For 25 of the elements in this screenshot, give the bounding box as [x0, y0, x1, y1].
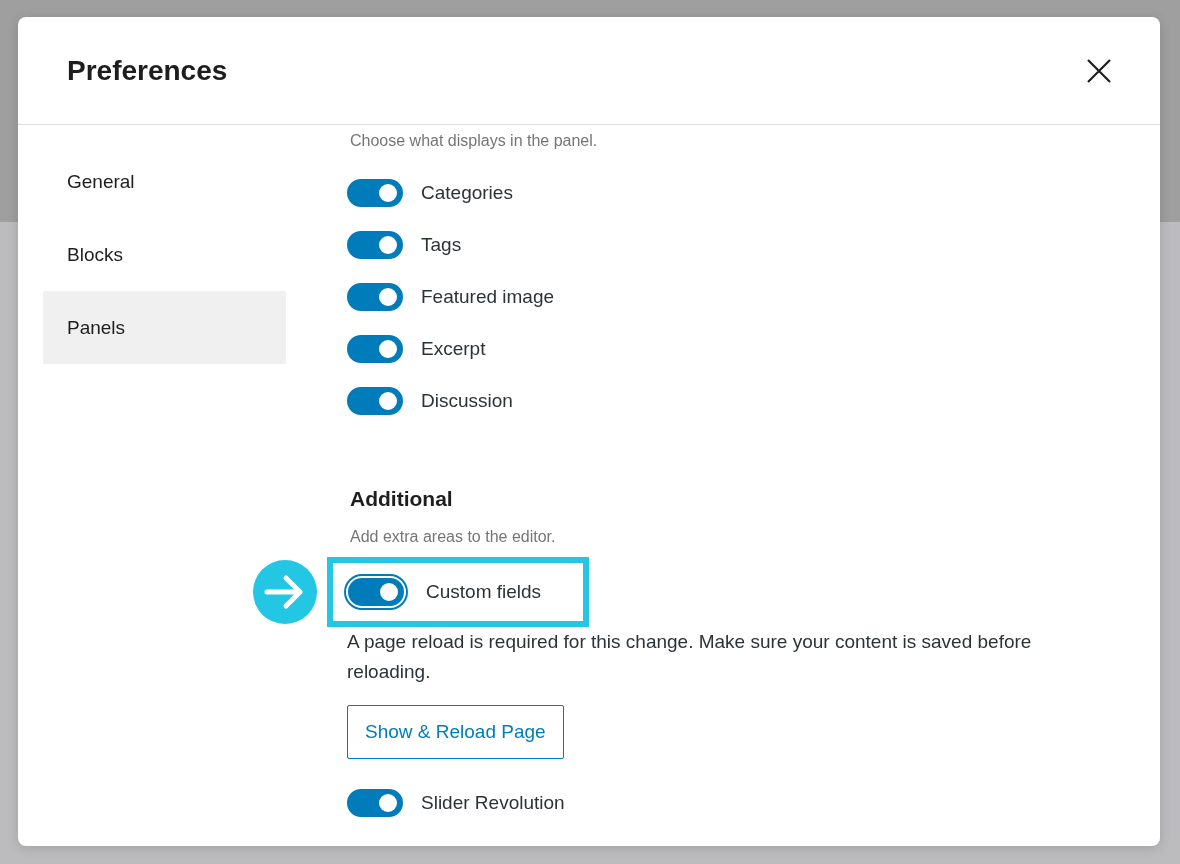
close-button[interactable]	[1086, 57, 1112, 84]
toggle-switch[interactable]	[347, 283, 403, 311]
toggle-label: Featured image	[421, 286, 555, 308]
sidebar-tab[interactable]: General	[43, 145, 286, 218]
reload-button[interactable]: Show & Reload Page	[347, 705, 564, 759]
close-icon	[1086, 57, 1112, 84]
reload-notice: A page reload is required for this change. Make sure your content is saved before reloading.	[347, 630, 1033, 684]
dialog-title: Preferences	[67, 54, 228, 87]
arrow-circle-icon	[253, 560, 317, 624]
toggle-switch[interactable]	[347, 387, 403, 415]
toggle-label: Discussion	[421, 390, 513, 412]
toggle-label: Excerpt	[421, 338, 486, 360]
toggle-switch[interactable]	[347, 231, 403, 259]
section-description: Choose what displays in the panel.	[350, 131, 599, 151]
toggle-switch[interactable]	[347, 335, 403, 363]
section-description: Add extra areas to the editor.	[350, 527, 557, 547]
toggle-label: Categories	[421, 182, 513, 204]
toggle-label: Tags	[421, 234, 462, 256]
sidebar-tab[interactable]: Panels	[43, 291, 286, 364]
toggle-label: Custom fields	[426, 581, 542, 603]
toggle-switch[interactable]	[347, 789, 403, 817]
section-heading: Additional	[350, 487, 454, 511]
toggle-switch[interactable]	[347, 179, 403, 207]
toggle-label: Slider Revolution	[421, 792, 565, 814]
sidebar-tab[interactable]: Blocks	[43, 218, 286, 291]
